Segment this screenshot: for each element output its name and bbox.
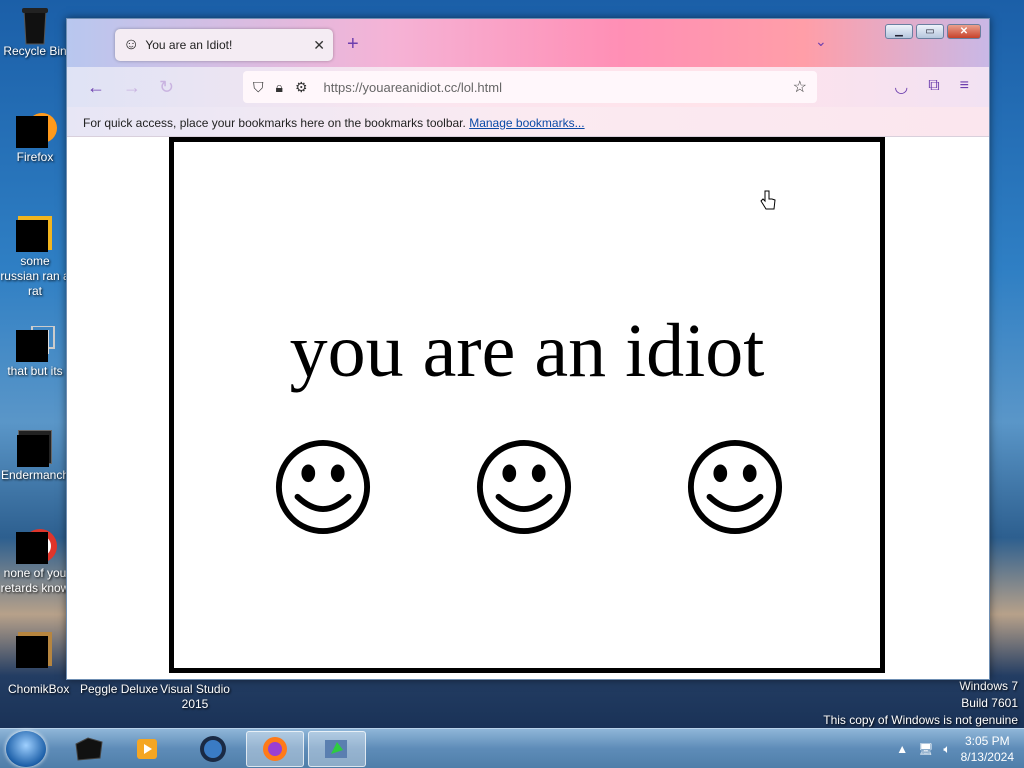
desktop-icon-none-of-you[interactable]: none of you retards know bbox=[0, 528, 70, 596]
manage-bookmarks-link[interactable]: Manage bookmarks... bbox=[469, 116, 584, 130]
smiley-face-icon bbox=[476, 439, 572, 535]
maximize-button[interactable]: ▭ bbox=[916, 24, 944, 39]
desktop-icon-chomikbox-image[interactable] bbox=[0, 632, 70, 670]
chomikbox-label[interactable]: ChomikBox bbox=[8, 682, 69, 697]
taskbar-app-green-icon[interactable] bbox=[308, 731, 366, 767]
watermark-line: This copy of Windows is not genuine bbox=[823, 713, 1018, 727]
folder-icon bbox=[17, 430, 52, 467]
taskbar-media-player-icon[interactable] bbox=[118, 731, 176, 767]
taskbar-firefox-icon[interactable] bbox=[246, 731, 304, 767]
watermark-line: Windows 7 bbox=[959, 679, 1018, 693]
desktop-icon-russian-rat[interactable]: some russian ran a rat bbox=[0, 216, 70, 299]
list-tabs-chevron-icon[interactable]: ⌄ bbox=[815, 33, 827, 50]
clock[interactable]: 3:05 PM 8/13/2024 bbox=[961, 733, 1014, 765]
reload-icon[interactable]: ↻ bbox=[159, 77, 174, 98]
hand-cursor-icon bbox=[760, 190, 776, 217]
navigation-bar: ← → ↻ ⛉ 🔒︎ ⚙︎ https://youareanidiot.cc/l… bbox=[67, 67, 989, 107]
show-hidden-icons-icon[interactable]: ▲ bbox=[896, 742, 908, 756]
url-bar[interactable]: ⛉ 🔒︎ ⚙︎ https://youareanidiot.cc/lol.htm… bbox=[243, 71, 817, 103]
app-icon bbox=[16, 528, 57, 564]
permissions-icon[interactable]: ⚙︎ bbox=[295, 79, 308, 96]
shield-icon[interactable]: ⛉ bbox=[253, 79, 264, 96]
desktop-icon-recycle-bin[interactable]: Recycle Bin bbox=[0, 6, 70, 59]
menu-hamburger-icon[interactable]: ≡ bbox=[960, 77, 969, 97]
watermark-line: Build 7601 bbox=[961, 696, 1018, 710]
page-content: you are an idiot bbox=[67, 137, 989, 679]
system-tray: ▲ 🖥︎ 🔈︎ 3:05 PM 8/13/2024 bbox=[896, 733, 1014, 765]
windows-watermark: Windows 7 Build 7601 This copy of Window… bbox=[823, 678, 1018, 729]
bookmarks-hint: For quick access, place your bookmarks h… bbox=[83, 116, 466, 130]
title-bar[interactable]: ☺ You are an Idiot! ✕ + ⌄ ▁ ▭ ✕ bbox=[67, 19, 989, 67]
recycle-bin-icon bbox=[18, 6, 52, 45]
start-button[interactable] bbox=[6, 731, 46, 767]
lock-icon[interactable]: 🔒︎ bbox=[276, 79, 283, 96]
desktop-icon-label: Recycle Bin bbox=[3, 44, 67, 58]
peggle-label[interactable]: Peggle Deluxe bbox=[80, 682, 158, 697]
desktop-icon-label: Endermanch bbox=[0, 468, 70, 482]
desktop-icon-label: none of you retards know bbox=[0, 566, 70, 595]
visual-studio-label[interactable]: Visual Studio 2015 bbox=[160, 682, 230, 712]
close-tab-icon[interactable]: ✕ bbox=[313, 37, 325, 54]
back-arrow-icon[interactable]: ← bbox=[87, 77, 105, 98]
browser-window: ☺ You are an Idiot! ✕ + ⌄ ▁ ▭ ✕ ← → ↻ ⛉ … bbox=[66, 18, 990, 680]
bookmarks-toolbar: For quick access, place your bookmarks h… bbox=[67, 107, 989, 137]
network-icon[interactable]: 🖥︎ bbox=[918, 742, 933, 756]
forward-arrow-icon[interactable]: → bbox=[123, 77, 141, 98]
taskbar-globe-icon[interactable] bbox=[184, 731, 242, 767]
clock-time: 3:05 PM bbox=[964, 734, 1010, 748]
smiley-face-icon bbox=[275, 439, 371, 535]
pocket-icon[interactable]: ◡ bbox=[894, 77, 908, 97]
bookmark-star-icon[interactable]: ☆ bbox=[793, 77, 807, 97]
smiley-favicon-icon: ☺ bbox=[123, 36, 140, 53]
url-text[interactable]: https://youareanidiot.cc/lol.html bbox=[324, 80, 793, 95]
shortcut-icon bbox=[16, 325, 55, 362]
taskbar: ▲ 🖥︎ 🔈︎ 3:05 PM 8/13/2024 bbox=[0, 728, 1024, 768]
firefox-icon bbox=[16, 112, 57, 148]
desktop-icon-label: some russian ran a rat bbox=[0, 254, 70, 298]
close-window-button[interactable]: ✕ bbox=[947, 24, 981, 39]
desktop-icon-that-but[interactable]: that but its bbox=[0, 325, 70, 379]
idiot-frame: you are an idiot bbox=[169, 137, 885, 673]
window-controls: ▁ ▭ ✕ bbox=[885, 24, 981, 39]
minimize-button[interactable]: ▁ bbox=[885, 24, 913, 39]
tab-active[interactable]: ☺ You are an Idiot! ✕ bbox=[115, 29, 333, 61]
desktop-icon-endermanch[interactable]: Endermanch bbox=[0, 430, 70, 483]
desktop-icon-label: Firefox bbox=[16, 150, 54, 164]
program-icon bbox=[16, 216, 52, 252]
extensions-icon[interactable]: ⧉ bbox=[928, 77, 939, 97]
desktop-icon-firefox[interactable]: Firefox bbox=[0, 112, 70, 165]
tab-title: You are an Idiot! bbox=[145, 38, 233, 52]
toolbar-right: ◡ ⧉ ≡ bbox=[894, 77, 969, 97]
taskbar-app-dark-icon[interactable] bbox=[60, 731, 118, 767]
new-tab-button[interactable]: + bbox=[347, 33, 359, 56]
desktop-icon-label: that but its bbox=[7, 364, 63, 378]
chomikbox-icon bbox=[16, 632, 52, 668]
volume-icon[interactable]: 🔈︎ bbox=[943, 742, 950, 757]
smiley-face-icon bbox=[687, 439, 783, 535]
clock-date: 8/13/2024 bbox=[960, 750, 1014, 764]
headline-text: you are an idiot bbox=[289, 309, 765, 393]
